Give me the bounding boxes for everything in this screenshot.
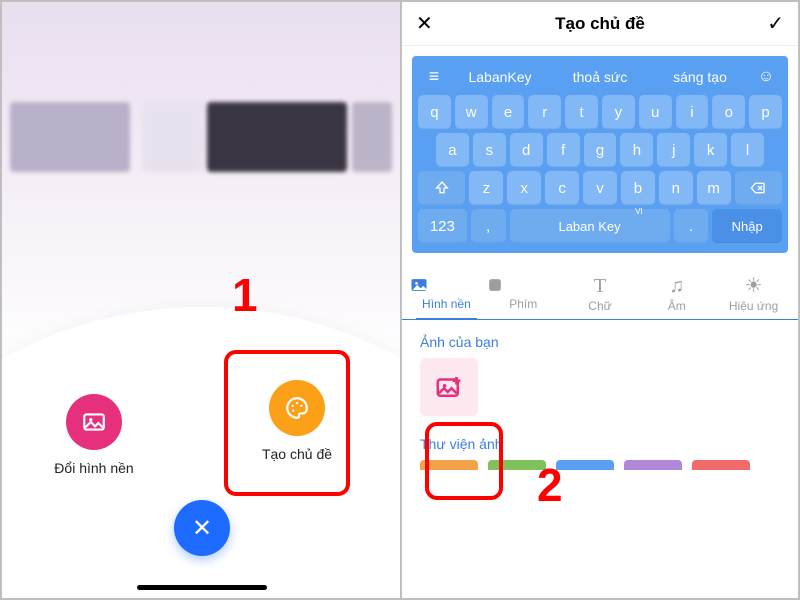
numeric-key[interactable]: 123	[418, 209, 467, 243]
change-background-option[interactable]: Đổi hình nền	[24, 394, 164, 476]
key[interactable]: w	[455, 95, 488, 129]
square-icon	[485, 275, 562, 295]
key[interactable]: n	[659, 171, 693, 205]
page-title: Tạo chủ đề	[555, 14, 645, 34]
key[interactable]: g	[584, 133, 617, 167]
right-screenshot: ✕ Tạo chủ đề ✓ ≡ LabanKey thoả sức sáng …	[402, 2, 798, 598]
key[interactable]: a	[436, 133, 469, 167]
key[interactable]: h	[620, 133, 653, 167]
backspace-key[interactable]	[735, 171, 782, 205]
add-photo-button[interactable]	[420, 358, 478, 416]
add-image-icon	[434, 372, 464, 402]
key[interactable]: i	[676, 95, 709, 129]
menu-icon[interactable]: ≡	[420, 66, 448, 87]
key-row: z x c v b n m	[418, 171, 782, 205]
enter-key[interactable]: Nhập	[712, 209, 782, 243]
key-row: q w e r t y u i o p	[418, 95, 782, 129]
tab-effect[interactable]: ☀ Hiệu ứng	[715, 267, 792, 319]
key[interactable]: x	[507, 171, 541, 205]
key-row: a s d f g h j k l	[418, 133, 782, 167]
header-bar: ✕ Tạo chủ đề ✓	[402, 2, 798, 46]
key[interactable]: y	[602, 95, 635, 129]
confirm-icon[interactable]: ✓	[767, 11, 784, 36]
key[interactable]: v	[583, 171, 617, 205]
option-label: Tạo chủ đề	[227, 446, 367, 462]
tab-label: Âm	[668, 299, 686, 313]
tab-keys[interactable]: Phím	[485, 267, 562, 319]
section-your-photos: Ảnh của bạn	[402, 320, 798, 358]
library-thumb[interactable]	[488, 460, 546, 470]
key-row: 123 , Laban Key VI . Nhập	[418, 209, 782, 243]
music-icon: ♫	[638, 275, 715, 297]
lang-indicator: VI	[635, 207, 643, 216]
key[interactable]: f	[547, 133, 580, 167]
text-icon: T	[562, 275, 639, 297]
palette-icon	[269, 380, 325, 436]
key[interactable]: p	[749, 95, 782, 129]
bg-blur	[10, 102, 130, 172]
home-indicator	[137, 585, 267, 590]
suggestion-bar: ≡ LabanKey thoả sức sáng tạo ☺	[418, 62, 782, 95]
library-thumb[interactable]	[624, 460, 682, 470]
key[interactable]: l	[731, 133, 764, 167]
bg-blur	[352, 102, 392, 172]
create-theme-option[interactable]: Tạo chủ đề	[227, 380, 367, 462]
editor-tabs: Hình nền Phím T Chữ ♫ Âm ☀ Hiệu ứng	[402, 267, 798, 320]
key[interactable]: b	[621, 171, 655, 205]
key[interactable]: z	[469, 171, 503, 205]
library-thumb[interactable]	[692, 460, 750, 470]
section-library: Thư viện ảnh	[402, 422, 798, 460]
key[interactable]: t	[565, 95, 598, 129]
option-label: Đổi hình nền	[24, 460, 164, 476]
close-fab-button[interactable]: ✕	[174, 500, 230, 556]
your-photos-row	[402, 358, 798, 422]
tab-label: Chữ	[588, 299, 611, 313]
key[interactable]: d	[510, 133, 543, 167]
brightness-icon: ☀	[715, 275, 792, 297]
comma-key[interactable]: ,	[471, 209, 506, 243]
image-icon	[66, 394, 122, 450]
key[interactable]: s	[473, 133, 506, 167]
close-icon: ✕	[192, 514, 212, 543]
bg-blur	[207, 102, 347, 172]
period-key[interactable]: .	[674, 209, 709, 243]
keyboard-preview: ≡ LabanKey thoả sức sáng tạo ☺ q w e r t…	[402, 46, 798, 263]
shift-key[interactable]	[418, 171, 465, 205]
close-icon[interactable]: ✕	[416, 11, 433, 36]
key[interactable]: u	[639, 95, 672, 129]
tab-background[interactable]: Hình nền	[408, 267, 485, 319]
suggestion-word[interactable]: thoả sức	[552, 69, 648, 85]
emoji-icon[interactable]: ☺	[752, 68, 780, 86]
key[interactable]: o	[712, 95, 745, 129]
key[interactable]: r	[528, 95, 561, 129]
shift-icon	[434, 180, 450, 196]
tutorial-composite: Đổi hình nền Tạo chủ đề ✕ ✕ Tạo chủ đề ✓	[0, 0, 800, 600]
key[interactable]: c	[545, 171, 579, 205]
space-key[interactable]: Laban Key VI	[510, 209, 670, 243]
library-thumb[interactable]	[420, 460, 478, 470]
tab-label: Hiệu ứng	[729, 299, 778, 313]
library-thumb[interactable]	[556, 460, 614, 470]
tab-label: Hình nền	[422, 297, 471, 311]
suggestion-word[interactable]: sáng tạo	[652, 69, 748, 85]
tab-sound[interactable]: ♫ Âm	[638, 267, 715, 319]
image-icon	[408, 275, 485, 295]
key[interactable]: e	[492, 95, 525, 129]
key[interactable]: q	[418, 95, 451, 129]
library-row	[402, 460, 798, 470]
key[interactable]: k	[694, 133, 727, 167]
suggestion-word[interactable]: LabanKey	[452, 69, 548, 85]
bg-blur	[142, 102, 202, 172]
space-label: Laban Key	[558, 219, 620, 234]
tab-text[interactable]: T Chữ	[562, 267, 639, 319]
tab-label: Phím	[509, 297, 537, 311]
backspace-icon	[749, 180, 767, 196]
left-screenshot: Đổi hình nền Tạo chủ đề ✕	[2, 2, 402, 598]
key[interactable]: j	[657, 133, 690, 167]
key[interactable]: m	[697, 171, 731, 205]
